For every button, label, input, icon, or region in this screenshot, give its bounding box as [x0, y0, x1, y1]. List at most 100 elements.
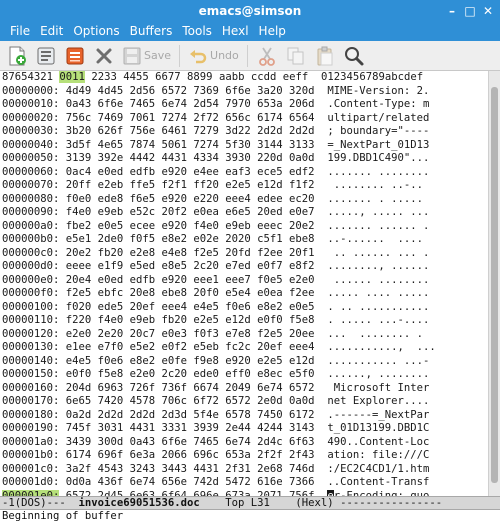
row-hex[interactable]: 20e2 fb20 e2e8 e4e8 f2e5 20fd f2ee 20f1: [66, 247, 315, 259]
hexl-row[interactable]: 000000c0: 20e2 fb20 e2e8 e4e8 f2e5 20fd …: [0, 247, 488, 261]
menu-buffers[interactable]: Buffers: [125, 22, 178, 41]
hexl-row[interactable]: 00000110: f220 f4e0 e9eb fb20 e2e5 e12d …: [0, 314, 488, 328]
scrollbar-thumb[interactable]: [491, 87, 498, 483]
hexl-row[interactable]: 00000190: 745f 3031 4431 3331 3939 2e44 …: [0, 422, 488, 436]
new-file-button[interactable]: [4, 43, 30, 69]
copy-button[interactable]: [283, 43, 309, 69]
hexl-buffer[interactable]: 87654321 0011 2233 4455 6677 8899 aabb c…: [0, 71, 488, 496]
row-ascii[interactable]: ..Content-Transf: [327, 476, 429, 488]
row-hex[interactable]: 3a2f 4543 3243 3443 4431 2f31 2e68 746d: [66, 463, 315, 475]
row-hex[interactable]: 20ff e2eb ffe5 f2f1 ff20 e2e5 e12d f1f2: [66, 179, 315, 191]
row-ascii[interactable]: ......, ........: [327, 368, 429, 380]
row-hex[interactable]: f4e0 e9eb e52c 20f2 e0ea e6e5 20ed e0e7: [66, 206, 315, 218]
row-ascii[interactable]: ...... ........: [327, 274, 430, 286]
row-hex[interactable]: 745f 3031 4431 3331 3939 2e44 4244 3143: [66, 422, 315, 434]
row-ascii[interactable]: .. ...... ... .: [327, 247, 430, 259]
menu-options[interactable]: Options: [68, 22, 124, 41]
row-ascii[interactable]: ... ........ .: [327, 328, 423, 340]
hexl-row[interactable]: 00000100: f020 ede5 20ef eee4 e4e5 f0e6 …: [0, 301, 488, 315]
row-ascii[interactable]: :/EC2C4CD1/1.htm: [327, 463, 429, 475]
hexl-row[interactable]: 00000050: 3139 392e 4442 4431 4334 3930 …: [0, 152, 488, 166]
row-ascii[interactable]: ........... ...-: [327, 355, 429, 367]
row-hex[interactable]: 6174 696f 6e3a 2066 696c 653a 2f2f 2f43: [66, 449, 315, 461]
menu-edit[interactable]: Edit: [35, 22, 68, 41]
hexl-row[interactable]: 00000010: 0a43 6f6e 7465 6e74 2d54 7970 …: [0, 98, 488, 112]
row-hex[interactable]: 756c 7469 7061 7274 2f72 656c 6174 6564: [66, 112, 315, 124]
hexl-row[interactable]: 00000060: 0ac4 e0ed edfb e920 e4ee eaf3 …: [0, 166, 488, 180]
row-ascii[interactable]: ....... ...... .: [327, 220, 429, 232]
row-ascii[interactable]: .Content-Type: m: [327, 98, 429, 110]
hexl-row[interactable]: 00000130: e1ee e7f0 e5e2 e0f2 e5eb fc2c …: [0, 341, 488, 355]
row-hex[interactable]: 3439 300d 0a43 6f6e 7465 6e74 2d4c 6f63: [66, 436, 315, 448]
row-ascii[interactable]: ..........., ...: [327, 341, 435, 353]
row-hex[interactable]: e5e1 2de0 f0f5 e8e2 e02e 2020 c5f1 ebe8: [66, 233, 315, 245]
hexl-row[interactable]: 00000170: 6e65 7420 4578 706c 6f72 6572 …: [0, 395, 488, 409]
hexl-row[interactable]: 000000b0: e5e1 2de0 f0f5 e8e2 e02e 2020 …: [0, 233, 488, 247]
row-ascii[interactable]: ..-...... ....: [327, 233, 423, 245]
hexl-row[interactable]: 00000030: 3b20 626f 756e 6461 7279 3d22 …: [0, 125, 488, 139]
maximize-button[interactable]: □: [462, 3, 478, 19]
row-hex[interactable]: e4e5 f0e6 e8e2 e0fe f9e8 e920 e2e5 e12d: [66, 355, 315, 367]
kill-buffer-button[interactable]: [91, 43, 117, 69]
row-ascii[interactable]: net Explorer....: [327, 395, 429, 407]
row-hex[interactable]: 4d49 4d45 2d56 6572 7369 6f6e 3a20 320d: [66, 85, 315, 97]
row-ascii[interactable]: 490..Content-Loc: [327, 436, 429, 448]
hexl-row[interactable]: 00000020: 756c 7469 7061 7274 2f72 656c …: [0, 112, 488, 126]
row-hex[interactable]: 0ac4 e0ed edfb e920 e4ee eaf3 ece5 edf2: [66, 166, 315, 178]
row-ascii[interactable]: ation: file:///C: [327, 449, 429, 461]
hexl-row[interactable]: 000000e0: 20e4 e0ed edfb e920 eee1 eee7 …: [0, 274, 488, 288]
row-ascii[interactable]: MIME-Version: 2.: [327, 85, 429, 97]
hexl-row[interactable]: 000000a0: fbe2 e0e5 ecee e920 f4e0 e9eb …: [0, 220, 488, 234]
hexl-row[interactable]: 00000140: e4e5 f0e6 e8e2 e0fe f9e8 e920 …: [0, 355, 488, 369]
major-mode[interactable]: (Hexl): [295, 497, 333, 509]
row-ascii[interactable]: =_NextPart_01D13: [327, 139, 429, 151]
hexl-row[interactable]: 00000180: 0a2d 2d2d 2d2d 2d3d 5f4e 6578 …: [0, 409, 488, 423]
save-button[interactable]: Save: [120, 43, 173, 69]
row-ascii[interactable]: ........, ......: [327, 260, 429, 272]
row-hex[interactable]: e1ee e7f0 e5e2 e0f2 e5eb fc2c 20ef eee4: [66, 341, 315, 353]
row-ascii[interactable]: ultipart/related: [327, 112, 429, 124]
row-hex[interactable]: 0a2d 2d2d 2d2d 2d3d 5f4e 6578 7450 6172: [66, 409, 315, 421]
hexl-row[interactable]: 000001c0: 3a2f 4543 3243 3443 4431 2f31 …: [0, 463, 488, 477]
open-file-button[interactable]: [33, 43, 59, 69]
hexl-row[interactable]: 000000f0: f2e5 ebfc 20e8 ebe8 20f0 e5e4 …: [0, 287, 488, 301]
row-hex[interactable]: 0d0a 436f 6e74 656e 742d 5472 616e 7366: [66, 476, 315, 488]
row-ascii[interactable]: .------=_NextPar: [327, 409, 429, 421]
cut-button[interactable]: [254, 43, 280, 69]
menu-tools[interactable]: Tools: [177, 22, 217, 41]
buffer-name[interactable]: invoice69051536.doc: [79, 497, 200, 509]
hexl-row[interactable]: 000001d0: 0d0a 436f 6e74 656e 742d 5472 …: [0, 476, 488, 490]
menu-file[interactable]: File: [5, 22, 35, 41]
row-ascii[interactable]: Microsoft Inter: [327, 382, 430, 394]
row-hex[interactable]: fbe2 e0e5 ecee e920 f4e0 e9eb eeec 20e2: [66, 220, 315, 232]
undo-button[interactable]: Undo: [186, 43, 241, 69]
row-hex[interactable]: 3b20 626f 756e 6461 7279 3d22 2d2d 2d2d: [66, 125, 315, 137]
hexl-row[interactable]: 00000070: 20ff e2eb ffe5 f2f1 ff20 e2e5 …: [0, 179, 488, 193]
row-hex[interactable]: eeee e1f9 e5ed e8e5 2c20 e7ed e0f7 e8f2: [66, 260, 315, 272]
row-ascii[interactable]: . ..... ...-....: [327, 314, 429, 326]
row-hex[interactable]: 3d5f 4e65 7874 5061 7274 5f30 3144 3133: [66, 139, 315, 151]
hexl-row[interactable]: 00000090: f4e0 e9eb e52c 20f2 e0ea e6e5 …: [0, 206, 488, 220]
row-ascii[interactable]: ....... ........: [327, 166, 429, 178]
row-ascii[interactable]: . .. ...........: [327, 301, 429, 313]
dired-button[interactable]: [62, 43, 88, 69]
row-hex[interactable]: 6e65 7420 4578 706c 6f72 6572 2e0d 0a0d: [66, 395, 315, 407]
row-hex[interactable]: 204d 6963 726f 736f 6674 2049 6e74 6572: [66, 382, 315, 394]
search-button[interactable]: [341, 43, 367, 69]
row-ascii[interactable]: ....., ..... ...: [327, 206, 429, 218]
hexl-row[interactable]: 000001b0: 6174 696f 6e3a 2066 696c 653a …: [0, 449, 488, 463]
row-ascii[interactable]: ....... . .....: [327, 193, 429, 205]
hexl-row[interactable]: 00000150: e0f0 f5e8 e2e0 2c20 ede0 eff0 …: [0, 368, 488, 382]
row-hex[interactable]: e0f0 f5e8 e2e0 2c20 ede0 eff0 e8ec e5f0: [66, 368, 315, 380]
hexl-row[interactable]: 00000160: 204d 6963 726f 736f 6674 2049 …: [0, 382, 488, 396]
row-hex[interactable]: f2e5 ebfc 20e8 ebe8 20f0 e5e4 e0ea f2ee: [66, 287, 315, 299]
hexl-row[interactable]: 000000d0: eeee e1f9 e5ed e8e5 2c20 e7ed …: [0, 260, 488, 274]
row-ascii[interactable]: 199.DBD1C490"...: [327, 152, 429, 164]
menu-help[interactable]: Help: [254, 22, 291, 41]
hexl-row[interactable]: 00000040: 3d5f 4e65 7874 5061 7274 5f30 …: [0, 139, 488, 153]
row-hex[interactable]: f0e0 ede8 f6e5 e920 e220 eee4 edee ec20: [66, 193, 315, 205]
hexl-row[interactable]: 000001a0: 3439 300d 0a43 6f6e 7465 6e74 …: [0, 436, 488, 450]
row-hex[interactable]: 0a43 6f6e 7465 6e74 2d54 7970 653a 206d: [66, 98, 315, 110]
paste-button[interactable]: [312, 43, 338, 69]
row-hex[interactable]: f220 f4e0 e9eb fb20 e2e5 e12d e0f0 f5e8: [66, 314, 315, 326]
